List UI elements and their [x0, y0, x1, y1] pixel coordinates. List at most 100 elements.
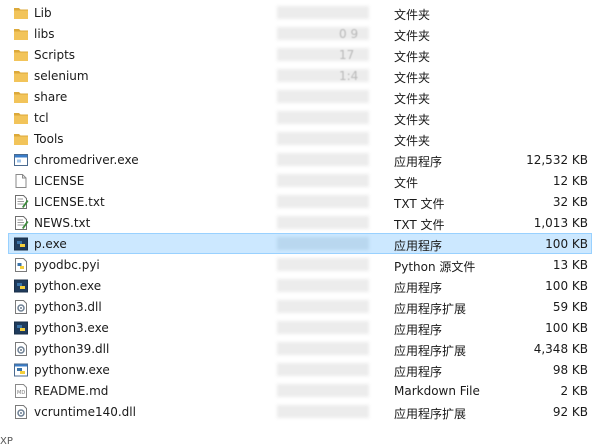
file-name[interactable]: selenium	[34, 69, 89, 83]
date-fragment: 1:4	[339, 69, 359, 83]
file-name[interactable]: LICENSE	[34, 174, 84, 188]
folder-icon	[13, 47, 29, 63]
file-row[interactable]: share 文件夹	[8, 86, 592, 107]
file-name[interactable]: Scripts	[34, 48, 75, 62]
redaction-blur	[277, 405, 369, 418]
folder-icon	[13, 131, 29, 147]
file-name[interactable]: tcl	[34, 111, 49, 125]
folder-icon	[13, 68, 29, 84]
file-size: 59 KB	[552, 300, 588, 314]
file-name[interactable]: share	[34, 90, 67, 104]
file-name[interactable]: vcruntime140.dll	[34, 405, 136, 419]
file-row[interactable]: Lib 文件夹	[8, 2, 592, 23]
file-name[interactable]: pythonw.exe	[34, 363, 110, 377]
file-row[interactable]: libs 0 9 文件夹	[8, 23, 592, 44]
modified-date-redacted	[271, 234, 375, 253]
markdown-file-icon: MD	[13, 383, 29, 399]
file-row[interactable]: vcruntime140.dll 应用程序扩展 92 KB	[8, 401, 592, 422]
python-exe-icon	[13, 320, 29, 336]
modified-date-redacted	[271, 3, 375, 22]
modified-date-redacted	[271, 108, 375, 127]
file-name[interactable]: python3.exe	[34, 321, 109, 335]
file-row[interactable]: python3.dll 应用程序扩展 59 KB	[8, 296, 592, 317]
file-row[interactable]: NEWS.txt TXT 文件 1,013 KB	[8, 212, 592, 233]
file-name[interactable]: NEWS.txt	[34, 216, 90, 230]
redaction-blur	[277, 174, 369, 187]
file-row[interactable]: Tools 文件夹	[8, 128, 592, 149]
file-row[interactable]: LICENSE 文件 12 KB	[8, 170, 592, 191]
folder-icon	[13, 5, 29, 21]
file-row[interactable]: LICENSE.txt TXT 文件 32 KB	[8, 191, 592, 212]
modified-date-redacted	[271, 318, 375, 337]
file-type: TXT 文件	[394, 197, 445, 211]
modified-date-redacted	[271, 129, 375, 148]
file-size: 12 KB	[552, 174, 588, 188]
file-row[interactable]: chromedriver.exe 应用程序 12,532 KB	[8, 149, 592, 170]
text-file-icon	[13, 194, 29, 210]
file-row[interactable]: pyodbc.pyi Python 源文件 13 KB	[8, 254, 592, 275]
file-row[interactable]: MD README.md Markdown File 2 KB	[8, 380, 592, 401]
file-name[interactable]: Tools	[34, 132, 64, 146]
file-size: 4,348 KB	[533, 342, 588, 356]
file-row[interactable]: python39.dll 应用程序扩展 4,348 KB	[8, 338, 592, 359]
file-row[interactable]: p.exe 应用程序 100 KB	[8, 233, 592, 254]
file-row[interactable]: python3.exe 应用程序 100 KB	[8, 317, 592, 338]
file-name[interactable]: chromedriver.exe	[34, 153, 139, 167]
file-name[interactable]: python39.dll	[34, 342, 109, 356]
file-type: 文件夹	[394, 71, 431, 85]
dll-file-icon	[13, 341, 29, 357]
file-name[interactable]: libs	[34, 27, 55, 41]
modified-date-redacted	[271, 276, 375, 295]
file-size: 100 KB	[545, 279, 588, 293]
file-row[interactable]: pythonw.exe 应用程序 98 KB	[8, 359, 592, 380]
dll-file-icon	[13, 299, 29, 315]
file-size: 92 KB	[552, 405, 588, 419]
redaction-blur	[277, 216, 369, 229]
file-name[interactable]: p.exe	[34, 237, 67, 251]
redaction-blur	[277, 48, 369, 61]
dll-file-icon	[13, 404, 29, 420]
modified-date-redacted	[271, 360, 375, 379]
file-type: 文件夹	[394, 134, 431, 148]
modified-date-redacted: 0 9	[271, 24, 375, 43]
python-exe-icon	[13, 278, 29, 294]
modified-date-redacted	[271, 87, 375, 106]
redaction-blur	[277, 90, 369, 103]
modified-date-redacted	[271, 297, 375, 316]
file-type: 应用程序扩展	[394, 344, 467, 358]
redaction-blur	[277, 363, 369, 376]
redaction-blur	[277, 6, 369, 19]
redaction-blur	[277, 132, 369, 145]
file-size: 1,013 KB	[533, 216, 588, 230]
file-row[interactable]: selenium 1:4 文件夹	[8, 65, 592, 86]
modified-date-redacted	[271, 213, 375, 232]
file-type: 应用程序	[394, 155, 443, 169]
file-name[interactable]: LICENSE.txt	[34, 195, 105, 209]
status-text: XP	[0, 436, 13, 447]
exe-window-icon	[13, 152, 29, 168]
redaction-blur	[277, 237, 369, 250]
python-source-icon	[13, 257, 29, 273]
file-type: 应用程序	[394, 281, 443, 295]
file-row[interactable]: python.exe 应用程序 100 KB	[8, 275, 592, 296]
file-name[interactable]: python3.dll	[34, 300, 102, 314]
file-row[interactable]: tcl 文件夹	[8, 107, 592, 128]
file-name[interactable]: python.exe	[34, 279, 101, 293]
file-type: 文件夹	[394, 8, 431, 22]
modified-date-redacted: 1:4	[271, 66, 375, 85]
modified-date-redacted	[271, 255, 375, 274]
file-name[interactable]: Lib	[34, 6, 52, 20]
file-name[interactable]: pyodbc.pyi	[34, 258, 100, 272]
file-size: 13 KB	[552, 258, 588, 272]
file-type: 应用程序	[394, 365, 443, 379]
file-name[interactable]: README.md	[34, 384, 108, 398]
redaction-blur	[277, 258, 369, 271]
file-type: 文件夹	[394, 29, 431, 43]
file-size: 98 KB	[552, 363, 588, 377]
modified-date-redacted: 17	[271, 45, 375, 64]
text-file-icon	[13, 215, 29, 231]
redaction-blur	[277, 195, 369, 208]
modified-date-redacted	[271, 381, 375, 400]
file-row[interactable]: Scripts 17 文件夹	[8, 44, 592, 65]
redaction-blur	[277, 342, 369, 355]
